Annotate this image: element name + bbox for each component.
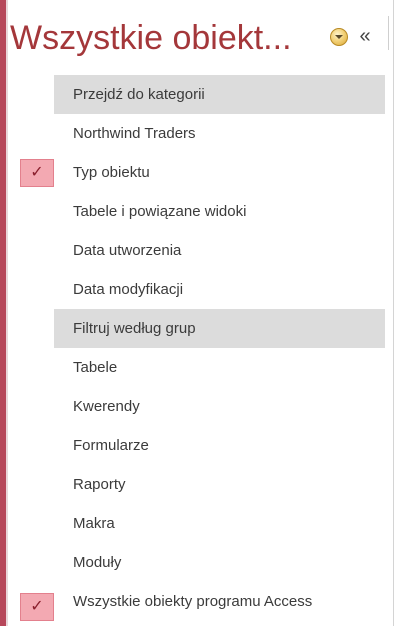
menu-item-label: Kwerendy: [73, 398, 140, 415]
header-separator: [388, 16, 389, 50]
checkmark-icon: ✓: [20, 593, 54, 621]
menu-item-tabele-i-powiazane-widoki[interactable]: Tabele i powiązane widoki: [54, 192, 385, 231]
menu-item-northwind-traders[interactable]: Northwind Traders: [54, 114, 385, 153]
pane-right-border: [393, 0, 394, 626]
double-chevron-left-icon[interactable]: «: [354, 24, 376, 48]
menu-item-raporty[interactable]: Raporty: [54, 465, 385, 504]
dropdown-circle-icon[interactable]: [330, 28, 348, 46]
category-menu: Przejdź do kategorii Northwind Traders T…: [54, 75, 385, 621]
menu-item-moduly[interactable]: Moduły: [54, 543, 385, 582]
menu-item-kwerendy[interactable]: Kwerendy: [54, 387, 385, 426]
menu-item-label: Raporty: [73, 476, 126, 493]
dropdown-arrow: [335, 35, 343, 39]
menu-item-label: Moduły: [73, 554, 122, 571]
menu-item-tabele[interactable]: Tabele: [54, 348, 385, 387]
menu-item-typ-obiektu[interactable]: Typ obiektu: [54, 153, 385, 192]
menu-item-label: Wszystkie obiekty programu Access: [73, 593, 313, 610]
menu-item-formularze[interactable]: Formularze: [54, 426, 385, 465]
section-header-category: Przejdź do kategorii: [54, 75, 385, 114]
section-header-filter: Filtruj według grup: [54, 309, 385, 348]
menu-item-label: Tabele: [73, 359, 118, 376]
menu-item-makra[interactable]: Makra: [54, 504, 385, 543]
menu-item-label: Data modyfikacji: [73, 281, 184, 298]
menu-item-data-modyfikacji[interactable]: Data modyfikacji: [54, 270, 385, 309]
navigation-pane-header[interactable]: Wszystkie obiekt... «: [8, 14, 393, 62]
menu-item-label: Typ obiektu: [73, 164, 150, 181]
menu-item-label: Tabele i powiązane widoki: [73, 203, 247, 220]
checkmark-icon: ✓: [20, 159, 54, 187]
menu-item-data-utworzenia[interactable]: Data utworzenia: [54, 231, 385, 270]
menu-item-label: Formularze: [73, 437, 149, 454]
menu-item-wszystkie-obiekty[interactable]: Wszystkie obiekty programu Access: [54, 582, 385, 621]
menu-item-label: Northwind Traders: [73, 125, 196, 142]
section-label: Filtruj według grup: [73, 320, 196, 337]
menu-item-label: Data utworzenia: [73, 242, 182, 259]
menu-item-label: Makra: [73, 515, 115, 532]
section-label: Przejdź do kategorii: [73, 86, 205, 103]
navigation-pane-title[interactable]: Wszystkie obiekt...: [10, 18, 292, 58]
